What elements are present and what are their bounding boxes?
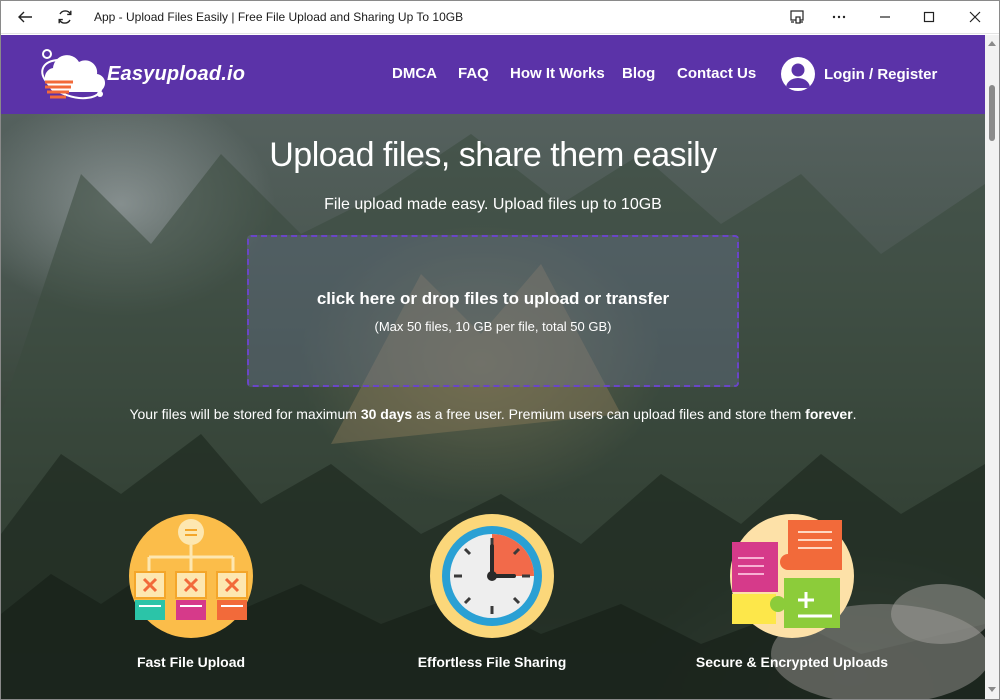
refresh-icon <box>58 10 72 24</box>
hero-section: Upload files, share them easily File upl… <box>1 114 985 699</box>
cast-button[interactable] <box>780 0 814 34</box>
feature-label-secure-uploads: Secure & Encrypted Uploads <box>695 654 889 670</box>
storage-forever: forever <box>805 406 853 422</box>
minimize-button[interactable] <box>868 0 902 34</box>
scroll-thumb[interactable] <box>989 85 995 141</box>
minimize-icon <box>880 16 890 18</box>
storage-notice: Your files will be stored for maximum 30… <box>1 406 985 422</box>
feature-effortless-sharing: Effortless File Sharing <box>362 512 622 670</box>
nav-how-it-works[interactable]: How It Works <box>510 65 605 82</box>
cast-icon <box>790 10 804 24</box>
scroll-up-arrow-icon[interactable] <box>988 41 996 46</box>
more-dots-icon <box>832 15 846 19</box>
feature-fast-upload: Fast File Upload <box>61 512 321 670</box>
clock-icon <box>428 512 556 640</box>
puzzle-icon <box>728 512 856 640</box>
upload-dropzone[interactable]: click here or drop files to upload or tr… <box>247 235 739 387</box>
storage-text-1: Your files will be stored for maximum <box>129 406 361 422</box>
site-navbar: Easyupload.io DMCA FAQ How It Works Blog… <box>1 35 985 114</box>
page-scrollbar[interactable] <box>985 35 999 699</box>
login-label: Login / Register <box>824 65 938 83</box>
more-button[interactable] <box>822 0 856 34</box>
window-title: App - Upload Files Easily | Free File Up… <box>94 10 464 24</box>
nav-blog[interactable]: Blog <box>622 65 655 82</box>
dropzone-limits: (Max 50 files, 10 GB per file, total 50 … <box>374 319 612 334</box>
maximize-button[interactable] <box>912 0 946 34</box>
hero-title: Upload files, share them easily <box>269 136 717 174</box>
storage-text-2: as a free user. Premium users can upload… <box>412 406 806 422</box>
login-register-button[interactable]: Login / Register <box>781 57 937 91</box>
feature-label-effortless-sharing: Effortless File Sharing <box>417 654 567 670</box>
nav-contact[interactable]: Contact Us <box>677 65 756 82</box>
nav-faq[interactable]: FAQ <box>458 65 489 82</box>
scroll-down-arrow-icon[interactable] <box>988 687 996 692</box>
feature-label-fast-upload: Fast File Upload <box>136 654 246 670</box>
feature-secure-uploads: Secure & Encrypted Uploads <box>662 512 922 670</box>
maximize-icon <box>923 11 935 23</box>
storage-text-3: . <box>852 406 857 422</box>
logo-icon[interactable] <box>39 46 107 109</box>
back-button[interactable] <box>8 0 42 34</box>
nav-dmca[interactable]: DMCA <box>392 65 437 82</box>
window-titlebar: App - Upload Files Easily | Free File Up… <box>0 0 1000 34</box>
storage-days: 30 days <box>360 406 413 422</box>
brand-name[interactable]: Easyupload.io <box>107 63 245 86</box>
back-arrow-icon <box>18 11 32 23</box>
flowchart-icon <box>127 512 255 640</box>
close-icon <box>969 11 981 23</box>
close-button[interactable] <box>958 0 992 34</box>
hero-subtitle: File upload made easy. Upload files up t… <box>324 196 662 213</box>
refresh-button[interactable] <box>48 0 82 34</box>
dropzone-instruction: click here or drop files to upload or tr… <box>316 289 670 308</box>
user-avatar-icon <box>781 57 815 91</box>
